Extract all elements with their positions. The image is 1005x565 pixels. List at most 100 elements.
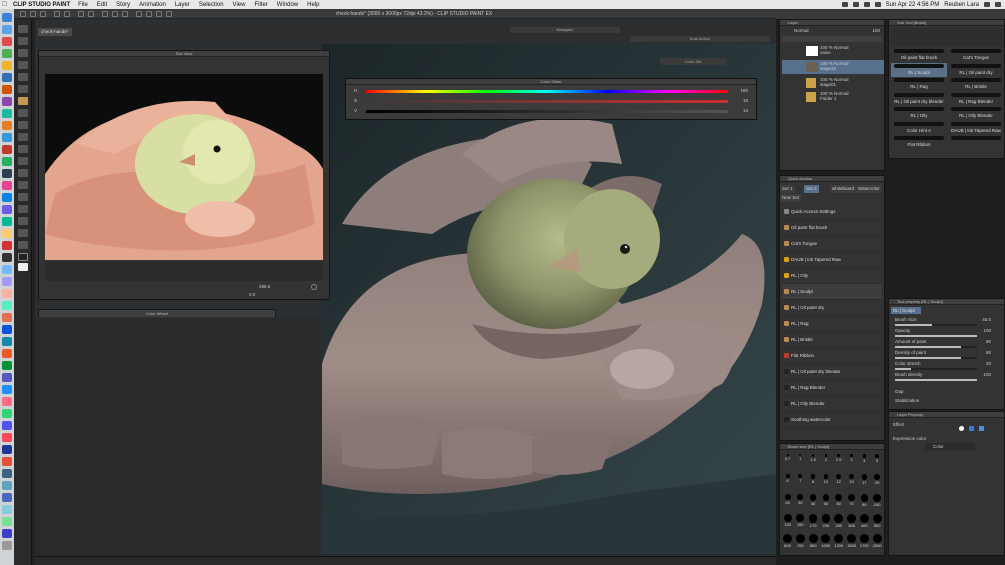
dock-app-icon[interactable] (2, 421, 12, 430)
property-slider[interactable] (895, 346, 977, 348)
tool-property-row[interactable]: Density of paint 80 (895, 350, 1001, 361)
effect-border-icon[interactable] (959, 426, 964, 431)
dock-app-icon[interactable] (2, 349, 12, 358)
dock-app-icon[interactable] (2, 169, 12, 178)
brush-size-option[interactable]: 100 (872, 494, 883, 507)
dock-app-icon[interactable] (2, 325, 12, 334)
figure-tool-icon[interactable] (18, 205, 28, 213)
layer-row[interactable]: 100 % Normal stage01 (782, 76, 884, 90)
quick-access-item[interactable]: RL | Oily Blender (782, 396, 882, 412)
sub-tool-item[interactable]: RL | Bristle (948, 77, 1004, 91)
undo-icon[interactable] (54, 11, 60, 17)
tab-set-2[interactable]: Set 2 (804, 185, 819, 193)
dock-app-icon[interactable] (2, 337, 12, 346)
invert-selection-icon[interactable] (122, 11, 128, 17)
dock-app-icon[interactable] (2, 133, 12, 142)
brush-size-option[interactable]: 700 (795, 534, 806, 548)
blend-mode-select[interactable]: Normal (794, 28, 809, 33)
wifi-icon[interactable] (863, 2, 870, 7)
sub-tool-item[interactable]: RL | Sculpt (891, 62, 947, 77)
brush-size-option[interactable]: 300 (846, 514, 857, 528)
dock-app-icon[interactable] (2, 301, 12, 310)
move-tool-icon[interactable] (18, 37, 28, 45)
brush-size-option[interactable]: 400 (859, 514, 870, 528)
layer-property-title[interactable]: Layer Property (889, 412, 1004, 418)
sub-tool-title[interactable]: Sub Tool [Brush] (889, 20, 1004, 26)
property-slider[interactable] (895, 324, 977, 326)
snap-icon[interactable] (136, 11, 142, 17)
brush-size-option[interactable]: 200 (820, 514, 831, 528)
select-icon[interactable] (102, 11, 108, 17)
quick-access-item[interactable]: RL | Rag Blender (782, 380, 882, 396)
clock[interactable]: Sun Apr 22 4:56 PM (886, 2, 940, 8)
brush-size-option[interactable]: 30 (795, 494, 806, 505)
dock-app-icon[interactable] (2, 445, 12, 454)
dock-app-icon[interactable] (2, 361, 12, 370)
menu-help[interactable]: Help (307, 2, 319, 8)
brush-size-option[interactable]: 50 (820, 494, 831, 506)
menu-view[interactable]: View (233, 2, 246, 8)
ruler-icon[interactable] (146, 11, 152, 17)
brush-size-option[interactable]: 250 (833, 514, 844, 528)
dock-app-icon[interactable] (2, 121, 12, 130)
brush-size-option[interactable]: 1 (795, 454, 806, 461)
brush-size-option[interactable]: 17 (859, 474, 870, 485)
dock-app-icon[interactable] (2, 37, 12, 46)
dock-app-icon[interactable] (2, 409, 12, 418)
dock-app-icon[interactable] (2, 397, 12, 406)
sub-tool-item[interactable]: RL | Rag (891, 77, 947, 91)
brush-tool-icon[interactable] (18, 121, 28, 129)
dock-app-icon[interactable] (2, 25, 12, 34)
quick-access-item[interactable]: RL | Oily (782, 268, 882, 284)
dock-app-icon[interactable] (2, 265, 12, 274)
property-value[interactable]: 100 (983, 328, 991, 333)
dock-app-icon[interactable] (2, 481, 12, 490)
quick-access-item[interactable]: Flat Ribbon (782, 348, 882, 364)
dock-app-icon[interactable] (2, 97, 12, 106)
brush-size-option[interactable]: 40 (808, 494, 819, 506)
reference-photo[interactable] (45, 74, 323, 260)
auto-action-panel-title[interactable]: Auto Action (630, 36, 770, 42)
brush-size-option[interactable]: 1000 (820, 534, 831, 548)
eyedropper-icon[interactable] (311, 284, 317, 290)
brush-size-option[interactable]: 20 (872, 474, 883, 485)
pencil-tool-icon[interactable] (18, 109, 28, 117)
ruler-tool-icon[interactable] (18, 229, 28, 237)
dock-app-icon[interactable] (2, 145, 12, 154)
dock-app-icon[interactable] (2, 457, 12, 466)
dock-app-icon[interactable] (2, 433, 12, 442)
sub-tool-item[interactable]: RL | Rag Blender (948, 92, 1004, 106)
quick-access-item[interactable]: RL | Bristle (782, 332, 882, 348)
brush-size-option[interactable]: 3 (846, 454, 857, 462)
layer-row-selected[interactable]: 100 % Normal stage22 (782, 60, 884, 74)
sub-tool-item[interactable]: RL | Oily Blender (948, 106, 1004, 120)
hue-value[interactable]: 180 (740, 88, 748, 93)
brush-size-option[interactable]: 60 (833, 494, 844, 506)
quick-access-item[interactable]: RL | Rag (782, 316, 882, 332)
text-tool-icon[interactable] (18, 241, 28, 249)
layer-row[interactable]: 100 % Normal value (782, 44, 884, 58)
brush-size-option[interactable]: 600 (782, 534, 793, 548)
sub-tool-item[interactable]: RL | Oily (891, 106, 947, 120)
dock-app-icon[interactable] (2, 73, 12, 82)
property-value[interactable]: 80 (986, 350, 991, 355)
new-icon[interactable] (20, 11, 26, 17)
quick-access-item[interactable]: RL | Oil paint dry (782, 300, 882, 316)
lasso-tool-icon[interactable] (18, 73, 28, 81)
operation-tool-icon[interactable] (18, 49, 28, 57)
dock-app-icon[interactable] (2, 373, 12, 382)
dock-app-icon[interactable] (2, 289, 12, 298)
dock-app-icon[interactable] (2, 253, 12, 262)
property-slider[interactable] (895, 335, 977, 337)
tab-set-1[interactable]: Set 1 (780, 185, 795, 193)
brush-size-option[interactable]: 15 (846, 474, 857, 484)
transform-icon[interactable] (88, 11, 94, 17)
brush-size-title[interactable]: Brush size [RL | Sculpt] (780, 444, 884, 450)
brush-size-option[interactable]: 800 (808, 534, 819, 548)
layer-panel-title[interactable]: Layer (780, 20, 884, 26)
tab-watercolor[interactable]: Watercolor (856, 185, 882, 193)
color-wheel-title[interactable]: Color Wheel (39, 310, 275, 317)
quick-access-item[interactable]: DAUB | Ink Tapered Raw (782, 252, 882, 268)
canvas-painting[interactable] (322, 44, 776, 554)
property-slider[interactable] (895, 368, 977, 370)
